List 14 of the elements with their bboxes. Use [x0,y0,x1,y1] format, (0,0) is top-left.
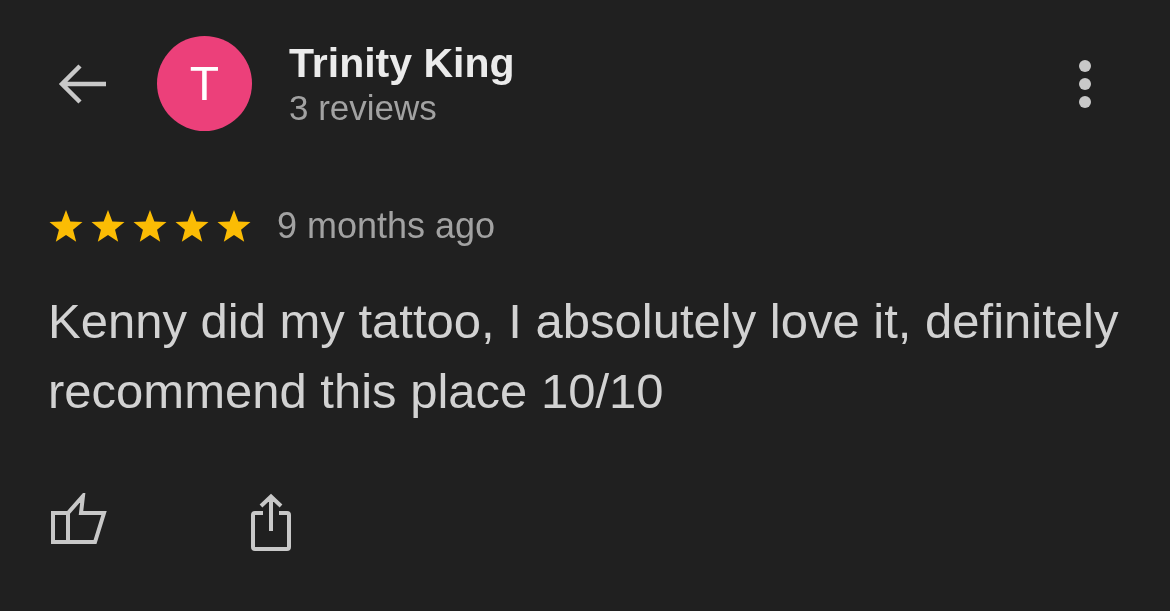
star-icon [132,208,168,244]
star-icon [174,208,210,244]
more-icon[interactable] [1078,58,1092,109]
reviewer-name: Trinity King [289,39,515,86]
review-time: 9 months ago [277,206,496,246]
share-icon[interactable] [249,493,293,551]
review-text: Kenny did my tattoo, I absolutely love it, definitely recommend this place 10/10 [48,293,1120,420]
arrow-left-icon[interactable] [58,62,108,105]
star-icon [48,208,84,244]
thumbs-up-icon[interactable] [51,493,107,545]
star-icon [90,208,126,244]
review-count: 3 reviews [289,87,437,128]
avatar: T [157,36,252,131]
star-icon [216,208,252,244]
